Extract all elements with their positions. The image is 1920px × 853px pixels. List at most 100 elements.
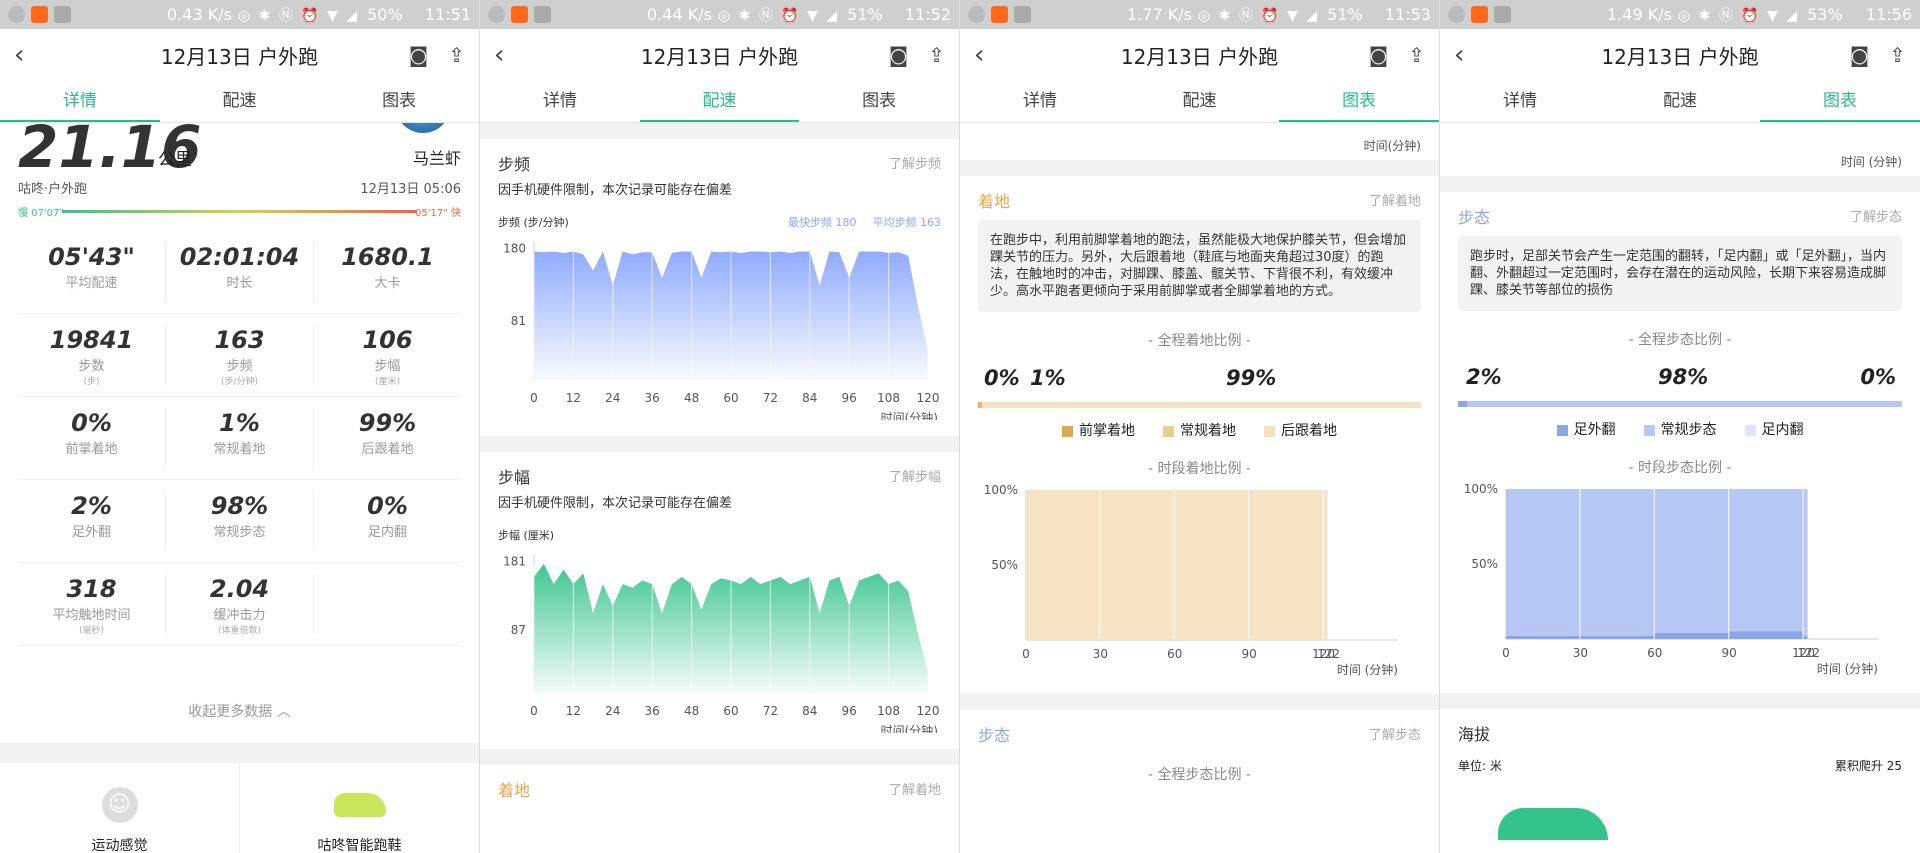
- tab-details[interactable]: 详情: [0, 81, 160, 122]
- back-icon[interactable]: ‹: [1454, 40, 1484, 70]
- chart-header: 步频 (步/分钟) 最快步频 180 平均步频 163: [498, 214, 941, 230]
- legend-item: 前掌着地: [1062, 420, 1135, 440]
- smart-shoe-button[interactable]: 咕咚智能跑鞋: [240, 763, 479, 853]
- learn-landing-link[interactable]: 了解着地: [889, 779, 941, 798]
- stat-label: 步频: [226, 359, 253, 374]
- collapse-more-button[interactable]: 收起更多数据 ︿: [0, 701, 479, 721]
- y-tick-label: 81: [511, 314, 526, 328]
- learn-gait-link[interactable]: 了解步态: [1850, 206, 1902, 225]
- section-title: 步频: [498, 155, 531, 174]
- battery-level: 51%: [1327, 5, 1363, 24]
- pace-gradient: 慢 07'07" 05'17" 快: [18, 204, 461, 219]
- feeling-button[interactable]: ☺ 运动感觉: [0, 763, 240, 853]
- share-icon[interactable]: ⇪: [928, 43, 945, 67]
- pace-fast-label: 05'17" 快: [415, 208, 461, 219]
- section-title: 着地: [978, 192, 1011, 211]
- learn-gait-link[interactable]: 了解步态: [1369, 724, 1421, 743]
- x-tick-label: 48: [684, 391, 699, 405]
- gait-section: 步态 了解步态 跑步时，足部关节会产生一定范围的翻转，「足内翻」或「足外翻」，当…: [1440, 192, 1920, 693]
- stat-cell: 02:01:04 时长: [166, 242, 314, 302]
- landing-info: 在跑步中，利用前脚掌着地的跑法，虽然能极大地保护膝关节，但会增加踝关节的压力。另…: [978, 220, 1421, 312]
- x-tick-label: 84: [802, 704, 817, 718]
- tab-details[interactable]: 详情: [960, 81, 1120, 122]
- stat-cell: 2.04 缓冲击力 (体重倍数): [166, 574, 314, 636]
- camera-icon[interactable]: ◙: [409, 43, 428, 67]
- net-speed: 1.77 K/s: [1127, 5, 1192, 24]
- tab-details[interactable]: 详情: [1440, 81, 1600, 122]
- divider: [960, 160, 1439, 176]
- tab-charts[interactable]: 图表: [1760, 81, 1920, 122]
- gait-info: 跑步时，足部关节会产生一定范围的翻转，「足内翻」或「足外翻」，当内翻、外翻超过一…: [1458, 236, 1902, 311]
- smiley-icon: ☺: [101, 787, 138, 823]
- gait-pct-row: 2% 98% 0%: [1458, 365, 1902, 397]
- x-tick-label: 120: [917, 704, 940, 718]
- legend-swatch: [1744, 424, 1756, 436]
- legend-label: 常规步态: [1660, 422, 1717, 438]
- forefoot-pct: 0%: [984, 366, 1020, 390]
- app-icon: [511, 6, 528, 23]
- share-icon[interactable]: ⇪: [1408, 43, 1425, 67]
- x-tick-label: 12: [566, 391, 581, 405]
- section-title: 步态: [978, 726, 1011, 745]
- stat-value: 106: [362, 326, 413, 354]
- x-tick-label: 12: [566, 704, 581, 718]
- pace-slow-label: 慢 07'07": [18, 208, 64, 219]
- page-title: 12月13日 户外跑: [1120, 44, 1279, 69]
- stat-label: 大卡: [374, 276, 401, 291]
- bar-segment: [1729, 489, 1803, 632]
- learn-landing-link[interactable]: 了解着地: [1369, 190, 1421, 209]
- share-icon[interactable]: ⇪: [448, 43, 465, 67]
- screen-charts-gait: 1.49 K/s ◎ ✱ Ⓝ ⏰ ▼ ◢ 53% 11:56 ‹ 12月13日 …: [1440, 0, 1920, 853]
- status-bar: 1.77 K/s ◎ ✱ Ⓝ ⏰ ▼ ◢ 51% 11:53: [960, 0, 1439, 29]
- back-icon[interactable]: ‹: [974, 40, 1004, 70]
- page-title: 12月13日 户外跑: [160, 44, 319, 69]
- back-icon[interactable]: ‹: [494, 40, 524, 70]
- x-axis-label: 时间 (分钟): [1337, 662, 1398, 677]
- app-icon: [991, 6, 1008, 23]
- landing-ratio-bar: [978, 402, 1421, 408]
- learn-stride-link[interactable]: 了解步幅: [889, 466, 941, 485]
- tab-pace[interactable]: 配速: [160, 81, 320, 122]
- gait-legend: 足外翻 常规步态 足内翻: [1458, 419, 1902, 439]
- legend-swatch: [1062, 425, 1073, 437]
- tab-pace[interactable]: 配速: [1600, 81, 1760, 122]
- share-icon[interactable]: ⇪: [1889, 43, 1906, 67]
- tab-charts[interactable]: 图表: [799, 81, 959, 122]
- page-title: 12月13日 户外跑: [640, 44, 799, 69]
- tab-charts[interactable]: 图表: [319, 81, 479, 122]
- back-icon[interactable]: ‹: [14, 40, 44, 70]
- landing-pct-row: 0% 1% 99%: [978, 366, 1421, 398]
- x-tick-label: 0: [1022, 647, 1030, 661]
- x-tick-label: 36: [645, 704, 660, 718]
- charts-content: 时间 (分钟) 步态 了解步态 跑步时，足部关节会产生一定范围的翻转，「足内翻」…: [1440, 123, 1920, 853]
- avatar[interactable]: [395, 123, 451, 133]
- section-title: 海拔: [1458, 725, 1491, 744]
- altitude-climb: 累积爬升 25: [1834, 759, 1902, 773]
- tab-pace[interactable]: 配速: [1120, 81, 1280, 122]
- legend-swatch: [1163, 425, 1174, 437]
- bar-segment: [1249, 490, 1323, 640]
- tab-details[interactable]: 详情: [480, 81, 640, 122]
- warning-icon: [488, 6, 505, 23]
- title-bar: ‹ 12月13日 户外跑 ◙ ⇪: [480, 29, 959, 81]
- image-icon: [54, 6, 71, 23]
- stat-cell: 99% 后跟着地: [314, 408, 461, 468]
- stat-label: 时长: [226, 276, 253, 291]
- battery-level: 50%: [367, 5, 403, 24]
- x-tick-label: 30: [1573, 646, 1588, 660]
- bar-segment: [1729, 631, 1803, 639]
- gait-ratio-bar: [1458, 401, 1902, 407]
- tab-charts[interactable]: 图表: [1279, 81, 1439, 122]
- camera-icon[interactable]: ◙: [1369, 43, 1388, 67]
- legend-label: 后跟着地: [1281, 423, 1337, 439]
- legend-label: 常规着地: [1180, 423, 1236, 439]
- section-title: 步幅: [498, 468, 531, 487]
- stat-cell: 19841 步数 (步): [18, 325, 166, 387]
- tab-pace[interactable]: 配速: [639, 81, 800, 122]
- stat-cell: 05'43" 平均配速: [18, 242, 166, 302]
- camera-icon[interactable]: ◙: [1850, 43, 1869, 67]
- heel-pct: 99%: [1226, 366, 1277, 390]
- camera-icon[interactable]: ◙: [889, 43, 908, 67]
- tab-bar: 详情 配速 图表: [1440, 81, 1920, 123]
- learn-cadence-link[interactable]: 了解步频: [889, 153, 941, 172]
